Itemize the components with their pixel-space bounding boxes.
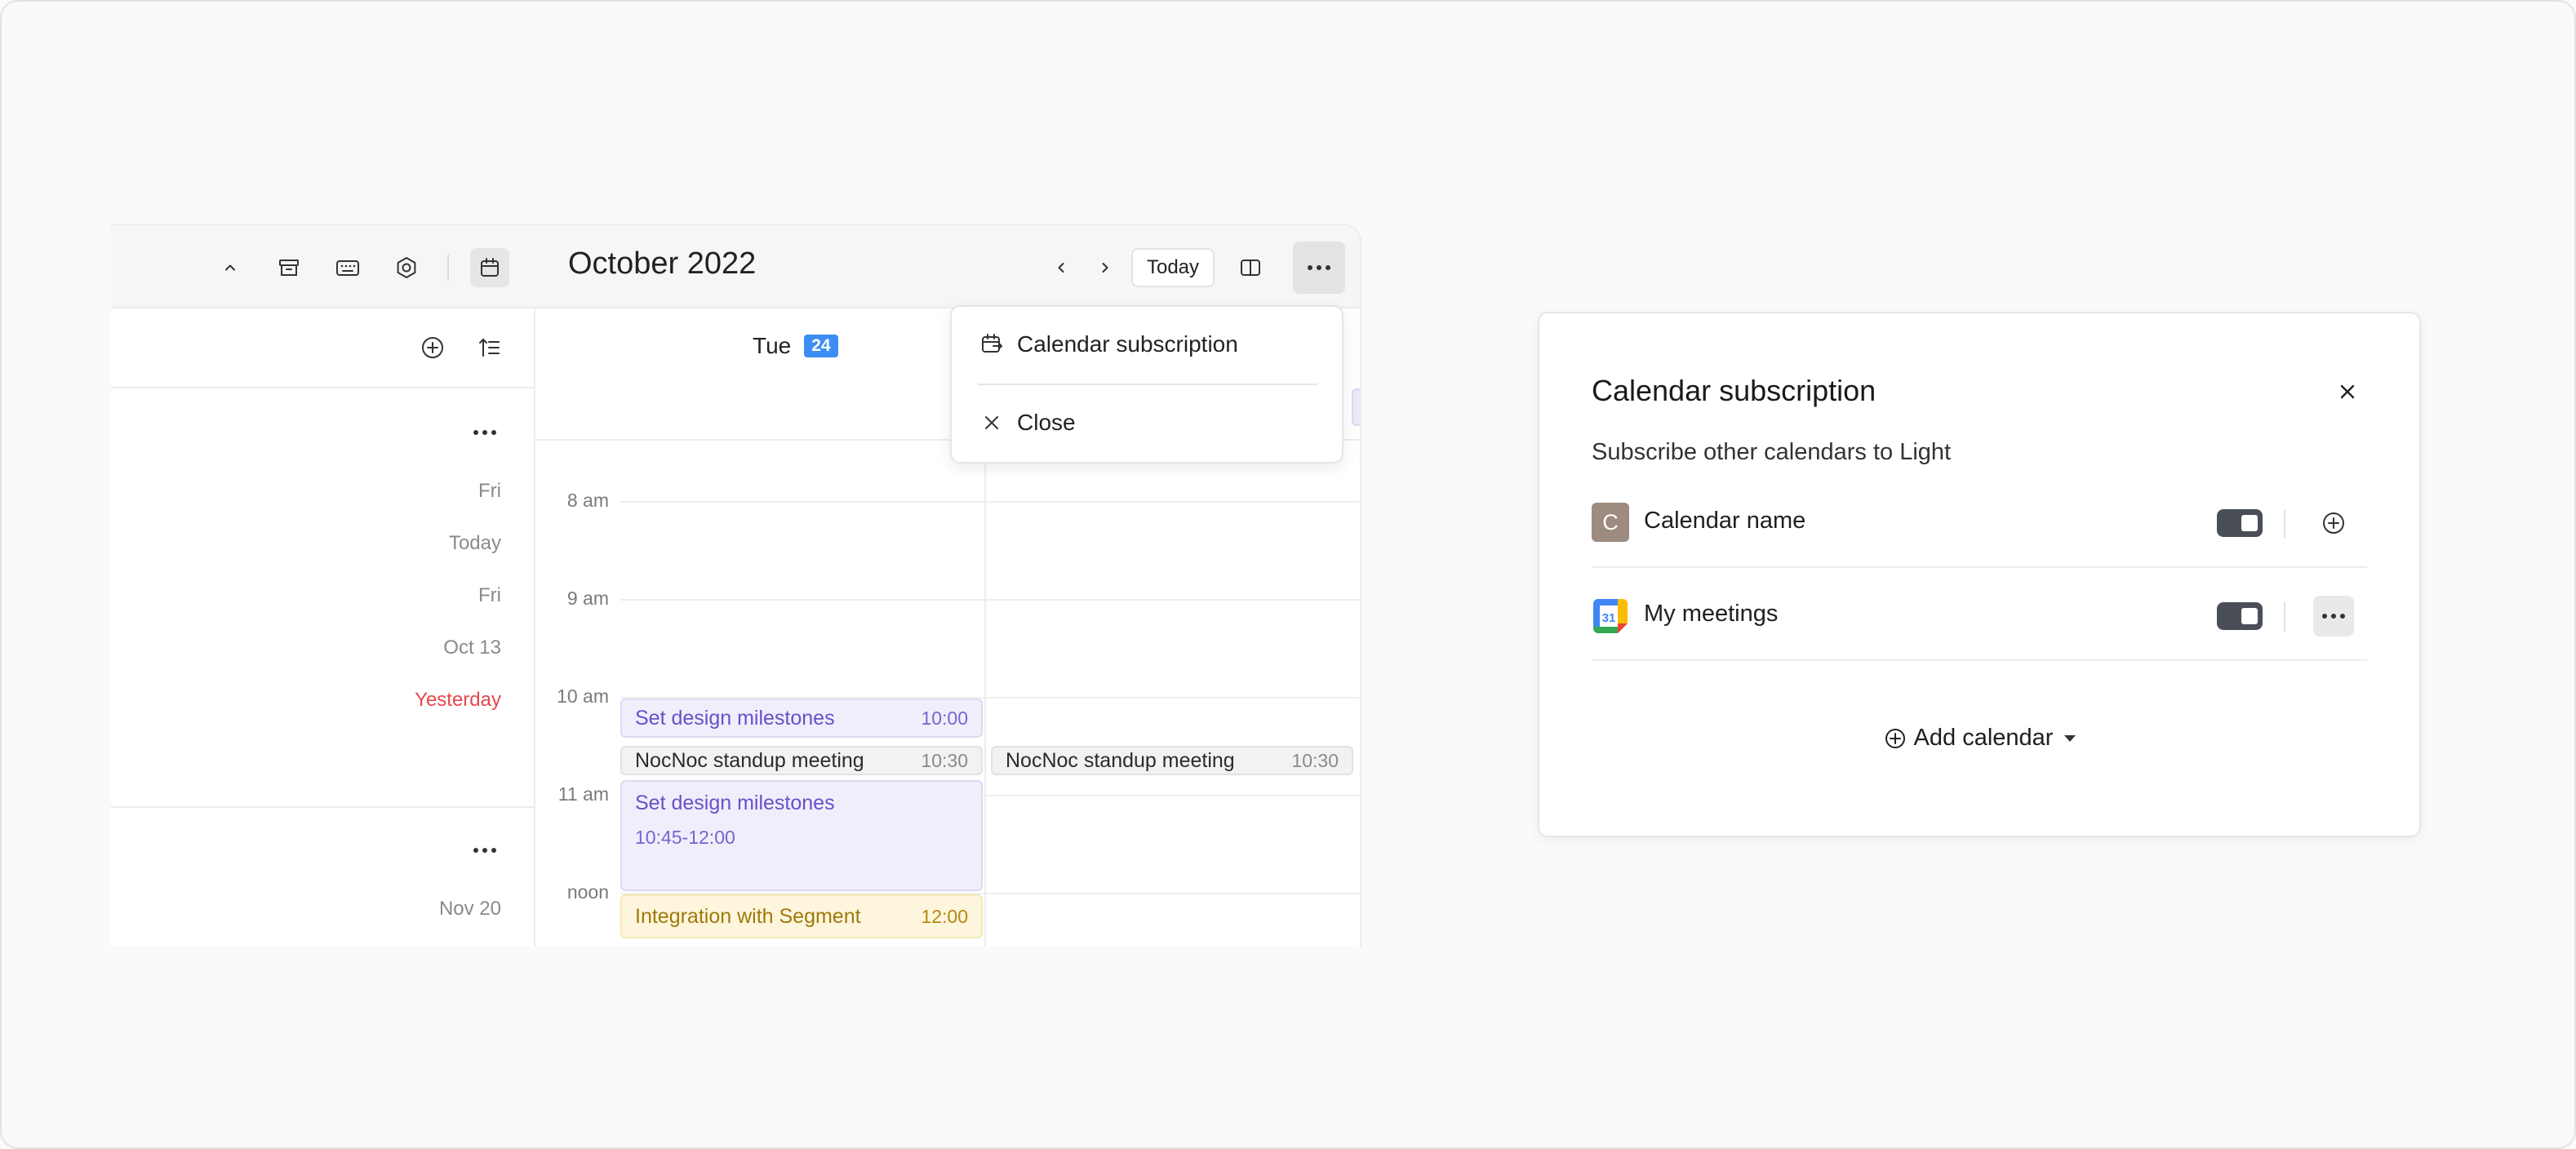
hour-label: 11 am [557,783,609,805]
day-header[interactable]: Tue 24 [753,333,838,359]
close-icon[interactable] [2331,375,2364,408]
chevron-right-icon[interactable] [1090,253,1120,282]
add-circle-icon[interactable] [418,333,447,362]
event-time: 10:30 [921,749,968,771]
google-calendar-icon: 31 [1593,599,1628,633]
calendar-avatar: C [1592,503,1629,542]
list-date: Fri [478,584,501,606]
calendar-more-button[interactable] [1293,242,1345,294]
row-separator [1592,659,2367,661]
calendar-name: Calendar name [1644,508,1806,534]
event-title: NocNoc standup meeting [635,748,864,772]
calendar-toggle-switch[interactable] [2217,509,2263,537]
add-calendar-label: Add calendar [1913,725,2054,751]
plus-circle-icon[interactable] [2313,503,2354,543]
calendar-toggle-switch[interactable] [2217,602,2263,630]
switch-knob [2241,515,2258,531]
day-column-divider [984,439,986,947]
calendar-toggle-button[interactable] [470,248,509,287]
chevron-left-icon[interactable] [1046,253,1076,282]
hour-label: 8 am [566,490,609,511]
calendar-event[interactable]: Set design milestones 10:45-12:00 [620,780,983,891]
list-date: Fri [478,480,501,502]
archive-icon[interactable] [274,253,304,282]
month-title: October 2022 [568,246,757,281]
settings-icon[interactable] [392,253,421,282]
row-divider [2284,602,2285,632]
calendar-event[interactable]: NocNoc standup meeting 10:30 [991,746,1353,775]
calendar-event[interactable]: Integration with Segment 12:00 [620,894,983,938]
row-separator [1592,566,2367,568]
calendar-row: 31 My meetings [1592,570,2367,661]
left-toolbar [111,225,535,308]
list-header-row [111,308,535,388]
hour-line [620,501,1360,503]
sort-icon[interactable] [475,333,504,362]
calendar-name: My meetings [1644,601,1779,627]
more-icon[interactable] [470,836,500,865]
calendar-icon [477,255,502,280]
list-date-yesterday: Yesterday [415,689,501,711]
left-pane: Fri Today Fri Oct 13 Yesterday Nov 20 [111,225,535,947]
list-date: Oct 13 [443,637,501,659]
hour-label: 10 am [557,685,609,707]
menu-item-close[interactable]: Close [952,390,1342,455]
caret-down-icon [2064,734,2076,742]
split-view-icon[interactable] [1236,253,1265,282]
list-date: Today [448,532,501,554]
event-title: Set design milestones [635,792,835,814]
calendar-toolbar: October 2022 Today [535,225,1360,308]
calendar-row: C Calendar name [1592,477,2367,568]
event-time: 10:00 [921,707,968,729]
switch-knob [2241,608,2258,624]
event-time: 10:45-12:00 [635,827,735,848]
event-title: Integration with Segment [635,904,861,928]
plus-circle-icon [1883,726,1908,751]
hour-label: 9 am [566,588,609,609]
menu-item-label: Close [1017,410,1076,435]
menu-item-calendar-subscription[interactable]: Calendar subscription [952,312,1342,377]
toolbar-divider [447,255,449,281]
list-date: Nov 20 [438,898,501,920]
dialog-subtitle: Subscribe other calendars to Light [1592,439,1952,465]
calendar-options-menu: Calendar subscription Close [950,305,1344,464]
more-icon[interactable] [470,418,500,447]
event-title: NocNoc standup meeting [1006,748,1235,772]
add-calendar-button[interactable]: Add calendar [1539,725,2419,752]
day-number-badge: 24 [804,335,838,357]
all-day-event-chip[interactable] [1352,388,1360,426]
close-icon [979,410,1004,435]
calendar-event[interactable]: Set design milestones 10:00 [620,699,983,738]
event-title: Set design milestones [635,706,835,730]
gcal-day-text: 31 [1602,611,1616,625]
keyboard-icon[interactable] [333,253,362,282]
more-icon[interactable] [2313,596,2354,637]
day-name: Tue [753,333,792,358]
event-time: 10:30 [1291,749,1339,771]
today-button[interactable]: Today [1131,248,1215,287]
menu-divider [978,384,1317,385]
hour-line [620,599,1360,601]
calendar-sync-icon [979,332,1004,357]
calendar-event[interactable]: NocNoc standup meeting 10:30 [620,746,983,775]
dialog-title: Calendar subscription [1592,374,1876,407]
row-divider [2284,509,2285,539]
menu-item-label: Calendar subscription [1017,331,1238,357]
more-icon [1304,253,1334,282]
section-divider [111,806,535,808]
calendar-subscription-dialog: Calendar subscription Subscribe other ca… [1538,312,2421,837]
chevron-up-icon[interactable] [217,255,243,281]
event-time: 12:00 [921,905,968,927]
hour-label: noon [566,881,609,903]
